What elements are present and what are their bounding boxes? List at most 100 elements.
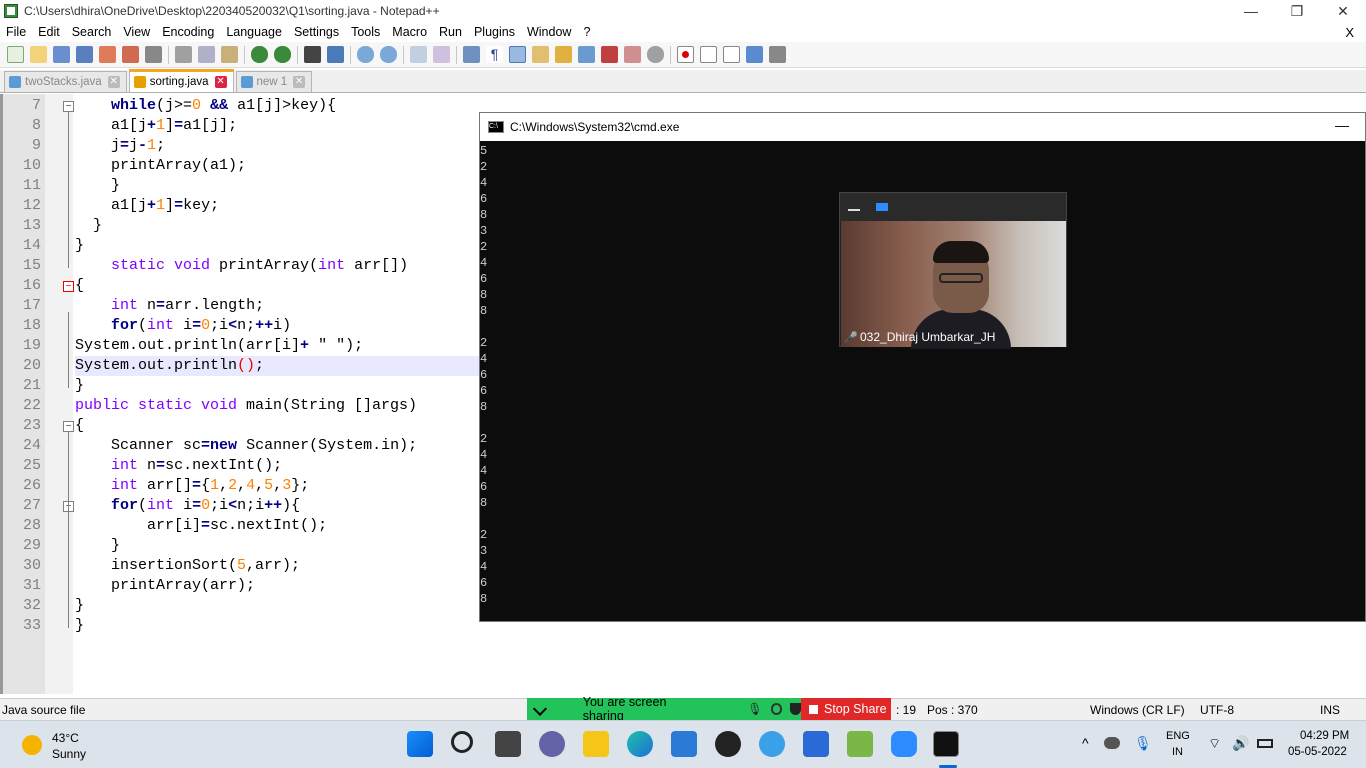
- language-region[interactable]: IN: [1172, 746, 1183, 758]
- indent-guide-icon[interactable]: [509, 46, 526, 63]
- code-line[interactable]: insertionSort(5,arr);: [75, 556, 300, 576]
- cloud-icon[interactable]: [1104, 737, 1120, 749]
- store-icon[interactable]: [671, 731, 697, 757]
- clock-date[interactable]: 05-05-2022: [1288, 746, 1347, 758]
- menu-edit[interactable]: Edit: [32, 25, 66, 39]
- zoom-out-icon[interactable]: [380, 46, 397, 63]
- code-line[interactable]: int n=sc.nextInt();: [75, 456, 282, 476]
- redo-icon[interactable]: [274, 46, 291, 63]
- function-list-icon[interactable]: [555, 46, 572, 63]
- record-icon[interactable]: [770, 703, 783, 715]
- doc-map-icon[interactable]: [532, 46, 549, 63]
- notes-icon[interactable]: [803, 731, 829, 757]
- chat-icon[interactable]: [539, 731, 565, 757]
- tab-new1[interactable]: new 1 ✕: [235, 71, 313, 92]
- tab-close-icon[interactable]: ✕: [214, 76, 227, 88]
- chevron-up-icon[interactable]: ^: [1082, 735, 1089, 751]
- stop-macro-icon[interactable]: [700, 46, 717, 63]
- code-line[interactable]: }: [75, 376, 84, 396]
- save-all-icon[interactable]: [76, 46, 93, 63]
- code-line[interactable]: public static void main(String []args): [75, 396, 417, 416]
- minimize-button[interactable]: —: [1228, 0, 1274, 22]
- code-line[interactable]: for(int i=0;i<n;i++){: [75, 496, 300, 516]
- volume-icon[interactable]: 🔊: [1232, 735, 1249, 752]
- zoom-icon[interactable]: [891, 731, 917, 757]
- undo-icon[interactable]: [251, 46, 268, 63]
- code-line[interactable]: {: [75, 276, 84, 296]
- record-macro-icon[interactable]: [677, 46, 694, 63]
- tab-close-icon[interactable]: ✕: [107, 76, 120, 88]
- code-line[interactable]: j=j-1;: [75, 136, 165, 156]
- doc-list-icon[interactable]: [601, 46, 618, 63]
- video-window[interactable]: 🎤 032_Dhiraj Umbarkar_JH: [839, 192, 1067, 349]
- menu-macro[interactable]: Macro: [386, 25, 433, 39]
- video-expand-icon[interactable]: [876, 203, 888, 211]
- code-line[interactable]: static void printArray(int arr[]): [75, 256, 408, 276]
- tab-twostacks[interactable]: twoStacks.java ✕: [4, 71, 127, 92]
- paste-icon[interactable]: [221, 46, 238, 63]
- sync-vertical-icon[interactable]: [410, 46, 427, 63]
- code-line[interactable]: Scanner sc=new Scanner(System.in);: [75, 436, 417, 456]
- run-macro-multiple-icon[interactable]: [746, 46, 763, 63]
- code-line[interactable]: }: [75, 216, 102, 236]
- fold-toggle-icon[interactable]: −: [63, 281, 74, 292]
- open-file-icon[interactable]: [30, 46, 47, 63]
- menu-search[interactable]: Search: [66, 25, 118, 39]
- menu-run[interactable]: Run: [433, 25, 468, 39]
- folder-as-workspace-icon[interactable]: [578, 46, 595, 63]
- battery-icon[interactable]: [1257, 739, 1273, 748]
- weather-temp[interactable]: 43°C: [52, 731, 79, 745]
- code-line[interactable]: printArray(a1);: [75, 156, 246, 176]
- menu-plugins[interactable]: Plugins: [468, 25, 521, 39]
- menu-file[interactable]: File: [0, 25, 32, 39]
- close-all-icon[interactable]: [122, 46, 139, 63]
- close-file-icon[interactable]: [99, 46, 116, 63]
- print-icon[interactable]: [145, 46, 162, 63]
- code-line[interactable]: for(int i=0;i<n;++i): [75, 316, 291, 336]
- restore-button[interactable]: ❐: [1274, 0, 1320, 22]
- code-line[interactable]: {: [75, 416, 84, 436]
- sync-horizontal-icon[interactable]: [433, 46, 450, 63]
- play-macro-icon[interactable]: [723, 46, 740, 63]
- fold-toggle-icon[interactable]: −: [63, 421, 74, 432]
- code-line[interactable]: }: [75, 176, 120, 196]
- monitoring-icon[interactable]: [624, 46, 641, 63]
- code-line[interactable]: printArray(arr);: [75, 576, 255, 596]
- code-line[interactable]: while(j>=0 && a1[j]>key){: [75, 96, 336, 116]
- tab-close-icon[interactable]: ✕: [293, 76, 306, 88]
- weather-condition[interactable]: Sunny: [52, 747, 86, 761]
- task-view-icon[interactable]: [495, 731, 521, 757]
- word-wrap-icon[interactable]: [463, 46, 480, 63]
- save-macro-icon[interactable]: [769, 46, 786, 63]
- video-minimize-icon[interactable]: [848, 209, 860, 211]
- search-icon[interactable]: [451, 731, 473, 753]
- code-line[interactable]: }: [75, 236, 84, 256]
- show-all-characters-icon[interactable]: ¶: [486, 46, 503, 63]
- edge-icon[interactable]: [627, 731, 653, 757]
- help-icon[interactable]: [759, 731, 785, 757]
- github-icon[interactable]: [715, 731, 741, 757]
- clock-time[interactable]: 04:29 PM: [1300, 730, 1349, 742]
- terminal-icon[interactable]: [933, 731, 959, 757]
- preview-icon[interactable]: [647, 46, 664, 63]
- code-line[interactable]: arr[i]=sc.nextInt();: [75, 516, 327, 536]
- notepad-plus-plus-icon[interactable]: [847, 731, 873, 757]
- menu-view[interactable]: View: [117, 25, 156, 39]
- code-line[interactable]: System.out.println();: [75, 356, 481, 376]
- cmd-window[interactable]: C:\ C:\Windows\System32\cmd.exe — 5 2 4 6 8 3…: [479, 112, 1366, 622]
- menu-language[interactable]: Language: [220, 25, 288, 39]
- zoom-in-icon[interactable]: [357, 46, 374, 63]
- replace-icon[interactable]: [327, 46, 344, 63]
- tab-sorting[interactable]: sorting.java ✕: [128, 69, 234, 92]
- menu-window[interactable]: Window: [521, 25, 577, 39]
- shield-icon[interactable]: [790, 703, 801, 715]
- code-line[interactable]: }: [75, 536, 120, 556]
- language-primary[interactable]: ENG: [1166, 730, 1190, 742]
- start-icon[interactable]: [407, 731, 433, 757]
- code-line[interactable]: int arr[]={1,2,4,5,3};: [75, 476, 309, 496]
- fold-toggle-icon[interactable]: −: [63, 101, 74, 112]
- menu-settings[interactable]: Settings: [288, 25, 345, 39]
- find-icon[interactable]: [304, 46, 321, 63]
- menu-encoding[interactable]: Encoding: [156, 25, 220, 39]
- cut-icon[interactable]: [175, 46, 192, 63]
